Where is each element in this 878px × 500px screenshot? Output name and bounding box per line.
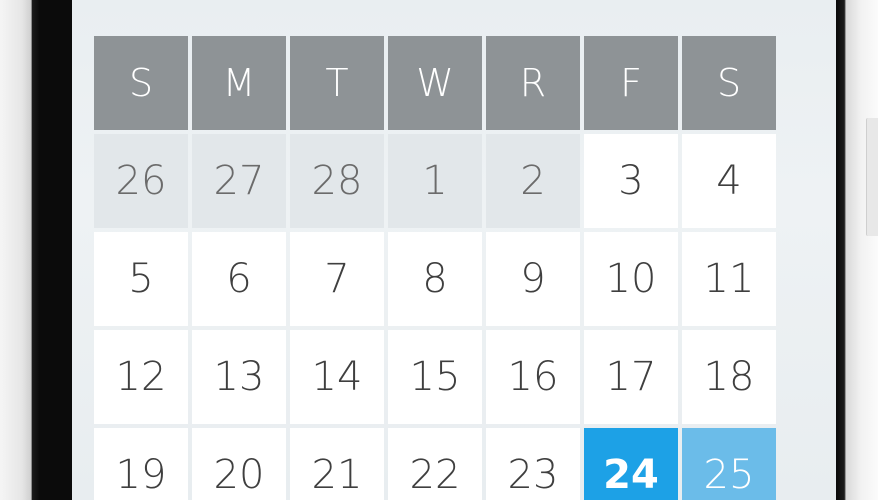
calendar-day-cell-selected[interactable]: 25: [682, 428, 776, 500]
calendar-day-cell[interactable]: 4: [682, 134, 776, 228]
calendar-day-cell[interactable]: 18: [682, 330, 776, 424]
device-bezel: [40, 0, 72, 500]
calendar-day-cell[interactable]: 1: [388, 134, 482, 228]
calendar-day-cell[interactable]: 10: [584, 232, 678, 326]
weekday-header-sat: S: [682, 36, 776, 130]
weekday-header-tue: T: [290, 36, 384, 130]
weekday-header-sun: S: [94, 36, 188, 130]
calendar-day-cell[interactable]: 8: [388, 232, 482, 326]
calendar-day-cell[interactable]: 6: [192, 232, 286, 326]
device-frame-right: [836, 0, 878, 500]
weekday-header-wed: W: [388, 36, 482, 130]
calendar-day-cell-today[interactable]: 24: [584, 428, 678, 500]
calendar-day-cell[interactable]: 9: [486, 232, 580, 326]
device-frame-left: [0, 0, 40, 500]
calendar-day-cell[interactable]: 27: [192, 134, 286, 228]
calendar-day-cell[interactable]: 13: [192, 330, 286, 424]
phone-screen: S M T W R F S 26 27 28 1 2 3 4 5 6 7 8 9…: [72, 0, 836, 500]
calendar-day-cell[interactable]: 17: [584, 330, 678, 424]
device-side-button: [866, 118, 878, 236]
calendar-day-cell[interactable]: 21: [290, 428, 384, 500]
calendar-day-cell[interactable]: 5: [94, 232, 188, 326]
calendar-day-cell[interactable]: 2: [486, 134, 580, 228]
weekday-header-thu: R: [486, 36, 580, 130]
calendar-day-cell[interactable]: 7: [290, 232, 384, 326]
calendar-day-cell[interactable]: 23: [486, 428, 580, 500]
calendar-day-cell[interactable]: 20: [192, 428, 286, 500]
calendar-day-cell[interactable]: 12: [94, 330, 188, 424]
weekday-header-mon: M: [192, 36, 286, 130]
calendar-day-cell[interactable]: 16: [486, 330, 580, 424]
calendar-day-cell[interactable]: 15: [388, 330, 482, 424]
weekday-header-fri: F: [584, 36, 678, 130]
calendar-day-cell[interactable]: 14: [290, 330, 384, 424]
calendar-day-cell[interactable]: 3: [584, 134, 678, 228]
calendar-day-cell[interactable]: 22: [388, 428, 482, 500]
calendar-day-cell[interactable]: 11: [682, 232, 776, 326]
calendar-day-cell[interactable]: 28: [290, 134, 384, 228]
calendar-day-cell[interactable]: 19: [94, 428, 188, 500]
calendar-day-cell[interactable]: 26: [94, 134, 188, 228]
